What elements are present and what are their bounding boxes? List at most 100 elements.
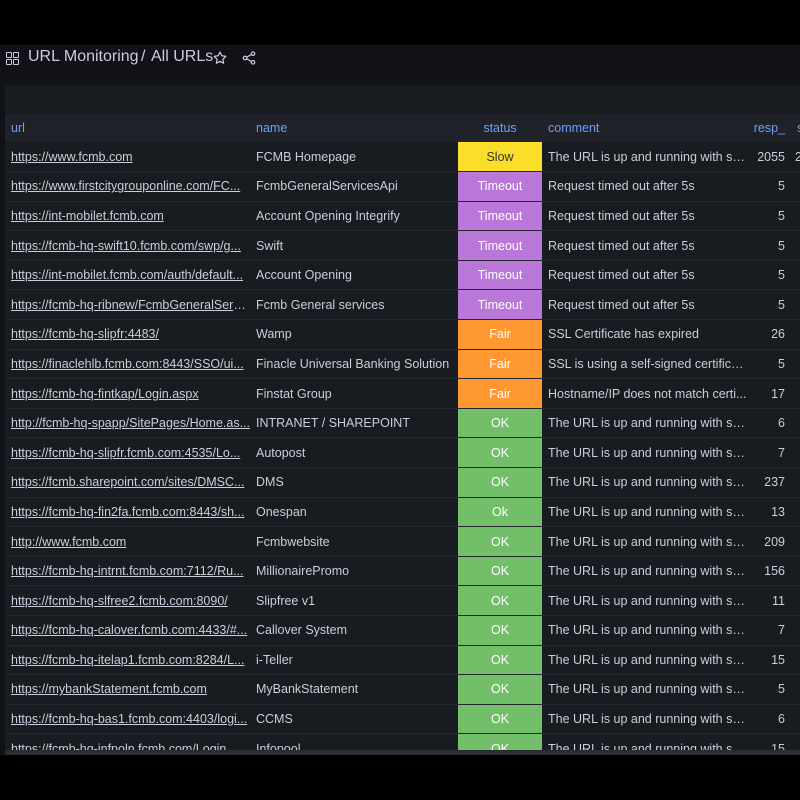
name-cell: INTRANET / SHAREPOINT — [256, 416, 410, 431]
url-link[interactable]: https://fcmb-hq-fintkap/Login.aspx — [11, 387, 250, 401]
table-row: https://fcmb-hq-fin2fa.fcmb.com:8443/sh.… — [5, 497, 800, 527]
status-cell: OK — [458, 437, 542, 468]
comment-cell: SSL is using a self-signed certificate — [548, 356, 748, 371]
extra-cell — [791, 201, 800, 231]
panel-header[interactable] — [5, 85, 800, 113]
url-link[interactable]: https://www.fcmb.com — [11, 150, 250, 164]
table-row: https://www.firstcitygrouponline.com/FC.… — [5, 171, 800, 202]
extra-cell — [791, 349, 800, 379]
url-cell: https://fcmb-hq-fintkap/Login.aspx — [5, 379, 250, 409]
url-link[interactable]: https://finaclehlb.fcmb.com:8443/SSO/ui.… — [11, 357, 250, 371]
extra-cell: 2 — [791, 142, 800, 172]
apps-grid-icon[interactable] — [6, 52, 20, 66]
url-table: url name status comment resp_ s https://… — [5, 114, 800, 755]
name-cell: Callover System — [256, 623, 347, 638]
url-cell: https://fcmb-hq-slipfr.fcmb.com:4535/Lo.… — [5, 438, 250, 468]
status-cell: OK — [458, 408, 542, 438]
status-cell: Timeout — [458, 289, 542, 320]
url-cell: https://int-mobilet.fcmb.com — [5, 201, 250, 231]
comment-cell: SSL Certificate has expired — [548, 327, 700, 342]
table-row: https://fcmb-hq-intrnt.fcmb.com:7112/Ru.… — [5, 556, 800, 586]
extra-cell — [791, 616, 800, 646]
name-cell: MyBankStatement — [256, 682, 359, 697]
url-link[interactable]: https://fcmb-hq-ribnew/FcmbGeneralServi.… — [11, 298, 250, 312]
column-header-name[interactable]: name — [250, 114, 458, 142]
url-cell: http://www.fcmb.com — [5, 527, 250, 557]
horizontal-scrollbar[interactable] — [5, 750, 800, 755]
column-header-resp[interactable]: resp_ — [748, 114, 791, 142]
name-cell: Slipfree v1 — [256, 593, 316, 608]
url-link[interactable]: https://fcmb-hq-intrnt.fcmb.com:7112/Ru.… — [11, 564, 250, 578]
status-cell: OK — [458, 645, 542, 675]
extra-cell — [791, 408, 800, 438]
comment-cell: The URL is up and running with sta... — [548, 149, 748, 164]
status-cell: OK — [458, 674, 542, 705]
url-cell: https://www.fcmb.com — [5, 142, 250, 172]
name-cell: CCMS — [256, 712, 293, 727]
url-cell: https://fcmb-hq-slipfr:4483/ — [5, 320, 250, 350]
url-cell: https://finaclehlb.fcmb.com:8443/SSO/ui.… — [5, 349, 250, 379]
column-header-extra[interactable]: s — [791, 114, 800, 142]
comment-cell: Request timed out after 5s — [548, 208, 695, 223]
extra-cell — [791, 379, 800, 409]
url-link[interactable]: https://fcmb-hq-swift10.fcmb.com/swp/g..… — [11, 239, 250, 253]
url-link[interactable]: https://fcmb-hq-calover.fcmb.com:4433/#.… — [11, 623, 250, 637]
top-bar: URL Monitoring / All URLs — [0, 45, 800, 75]
comment-cell: The URL is up and running with sta... — [548, 712, 748, 727]
url-link[interactable]: http://www.fcmb.com — [11, 535, 250, 549]
comment-cell: The URL is up and running with sta... — [548, 682, 748, 697]
status-cell: Timeout — [458, 171, 542, 202]
dashboard-title[interactable]: All URLs — [151, 48, 213, 66]
table-row: http://fcmb-hq-spapp/SitePages/Home.as..… — [5, 408, 800, 438]
url-cell: https://int-mobilet.fcmb.com/auth/defaul… — [5, 260, 250, 290]
response-time-cell: 2055 — [757, 149, 785, 164]
url-link[interactable]: http://fcmb-hq-spapp/SitePages/Home.as..… — [11, 416, 250, 430]
comment-cell: The URL is up and running with sta... — [548, 652, 748, 667]
response-time-cell: 5 — [778, 268, 785, 283]
status-cell: Slow — [458, 142, 542, 172]
table-row: https://www.fcmb.com FCMB Homepage Slow The… — [5, 142, 800, 172]
response-time-cell: 26 — [771, 327, 785, 342]
response-time-cell: 11 — [772, 593, 785, 608]
star-icon[interactable] — [212, 50, 228, 66]
name-cell: Onespan — [256, 504, 307, 519]
share-icon[interactable] — [241, 50, 257, 66]
table-row: https://fcmb-hq-slipfr:4483/Wamp Fair SSL … — [5, 319, 800, 350]
table-row: https://fcmb-hq-calover.fcmb.com:4433/#.… — [5, 615, 800, 646]
status-cell: Ok — [458, 497, 542, 527]
table-row: https://int-mobilet.fcmb.com Account Open… — [5, 201, 800, 231]
name-cell: FCMB Homepage — [256, 149, 357, 164]
breadcrumb-folder[interactable]: URL Monitoring — [28, 48, 139, 66]
url-cell: https://fcmb-hq-calover.fcmb.com:4433/#.… — [5, 616, 250, 646]
url-link[interactable]: https://int-mobilet.fcmb.com — [11, 209, 250, 223]
name-cell: Swift — [256, 238, 284, 253]
name-cell: Wamp — [256, 327, 292, 342]
name-cell: Fcmbwebsite — [256, 534, 330, 549]
comment-cell: Request timed out after 5s — [548, 268, 695, 283]
extra-cell — [791, 645, 800, 675]
url-link[interactable]: https://fcmb-hq-slipfr.fcmb.com:4535/Lo.… — [11, 446, 250, 460]
url-link[interactable]: https://fcmb-hq-fin2fa.fcmb.com:8443/sh.… — [11, 505, 250, 519]
url-link[interactable]: https://mybankStatement.fcmb.com — [11, 682, 250, 696]
extra-cell — [791, 527, 800, 557]
response-time-cell: 5 — [778, 682, 785, 697]
url-link[interactable]: https://fcmb-hq-bas1.fcmb.com:4403/logi.… — [11, 712, 250, 726]
url-cell: https://fcmb-hq-intrnt.fcmb.com:7112/Ru.… — [5, 556, 250, 586]
column-header-url[interactable]: url — [5, 114, 250, 142]
comment-cell: Request timed out after 5s — [548, 238, 695, 253]
status-cell: Fair — [458, 378, 542, 409]
url-link[interactable]: https://fcmb-hq-itelap1.fcmb.com:8284/L.… — [11, 653, 250, 667]
breadcrumb-separator: / — [141, 48, 146, 65]
url-link[interactable]: https://fcmb-hq-slfree2.fcmb.com:8090/ — [11, 594, 250, 608]
url-link[interactable]: https://fcmb-hq-slipfr:4483/ — [11, 327, 250, 341]
status-cell: OK — [458, 615, 542, 646]
table-row: https://fcmb-hq-slipfr.fcmb.com:4535/Lo.… — [5, 437, 800, 468]
status-cell: OK — [458, 556, 542, 586]
column-header-status[interactable]: status — [458, 114, 542, 142]
column-header-comment[interactable]: comment — [542, 114, 748, 142]
url-link[interactable]: https://www.firstcitygrouponline.com/FC.… — [11, 179, 250, 193]
url-cell: https://fcmb-hq-slfree2.fcmb.com:8090/ — [5, 586, 250, 616]
url-link[interactable]: https://fcmb.sharepoint.com/sites/DMSC..… — [11, 475, 250, 489]
url-link[interactable]: https://int-mobilet.fcmb.com/auth/defaul… — [11, 268, 250, 282]
name-cell: Finstat Group — [256, 386, 332, 401]
